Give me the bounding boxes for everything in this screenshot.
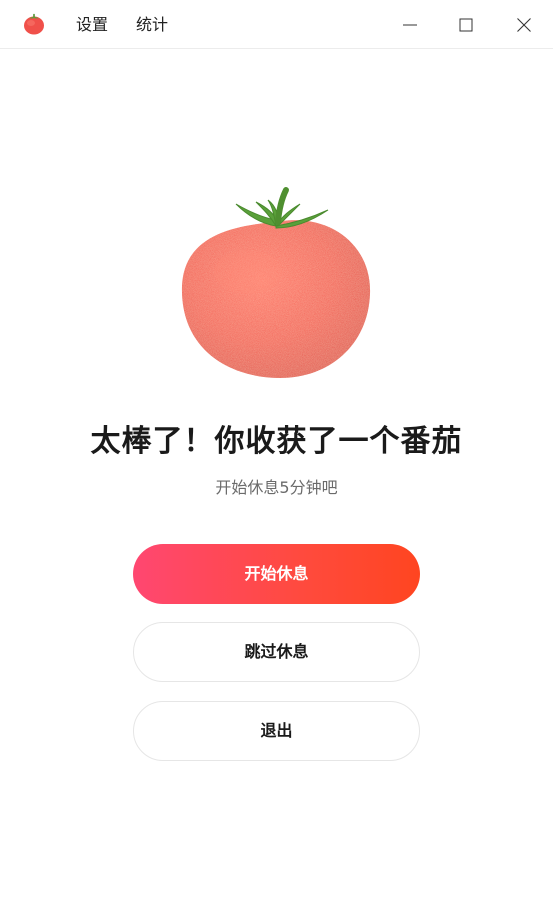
tomato-icon [22, 12, 46, 36]
minimize-button[interactable] [395, 10, 425, 40]
break-hint: 开始休息5分钟吧 [215, 478, 338, 497]
maximize-icon [459, 18, 473, 32]
close-button[interactable] [509, 10, 539, 40]
skip-break-button[interactable]: 跳过休息 [133, 622, 420, 682]
menu-settings[interactable]: 设置 [76, 14, 108, 36]
title-bar[interactable]: 设置 统计 [0, 0, 553, 49]
close-icon [517, 18, 531, 32]
start-break-button[interactable]: 开始休息 [133, 544, 420, 604]
completion-title: 太棒了！你收获了一个番茄 [90, 424, 463, 459]
app-window: 设置 统计 太棒了！你收获了一个番茄 开始休息5分钟吧 开始休息 跳过休息 退出 [0, 0, 553, 898]
maximize-button[interactable] [451, 10, 481, 40]
exit-button[interactable]: 退出 [133, 701, 420, 761]
minimize-icon [403, 24, 417, 26]
menu-stats[interactable]: 统计 [136, 14, 168, 36]
tomato-illustration [178, 182, 374, 382]
